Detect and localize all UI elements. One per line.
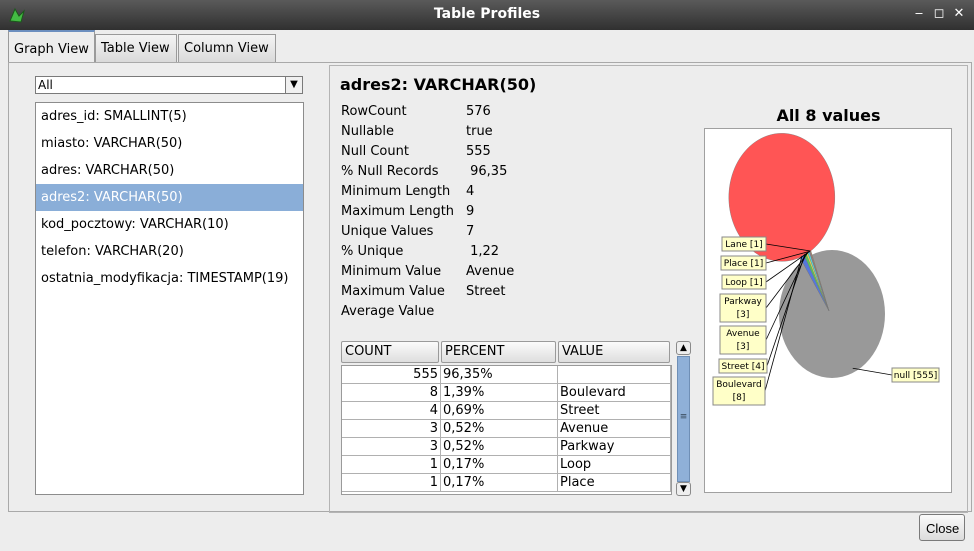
tab-label: Graph View [14, 42, 89, 57]
stat-value: 7 [466, 224, 475, 239]
pie-chart: null [555] Boulevard [8] Street [4] Avenue [3… [712, 133, 940, 406]
column-list[interactable]: adres_id: SMALLINT(5) miasto: VARCHAR(50)… [35, 102, 304, 495]
table-cell: 0,52% [441, 420, 558, 437]
stat-label: Minimum Value [341, 264, 442, 279]
pie-leader-line [852, 367, 893, 376]
column-list-item[interactable]: telefon: VARCHAR(20) [36, 238, 303, 265]
scroll-up-button[interactable]: ▲ [676, 341, 691, 355]
pie-label: null [555] [894, 371, 937, 381]
stat-label: Nullable [341, 124, 395, 139]
stat-label: Maximum Value [341, 284, 445, 299]
table-cell: 1,39% [441, 384, 558, 401]
stat-label: Maximum Length [341, 204, 455, 219]
table-cell: 0,17% [441, 474, 558, 491]
stat-value: 4 [466, 184, 475, 199]
table-row[interactable]: 3 0,52% Parkway [342, 438, 671, 456]
stat-value: 555 [466, 144, 491, 159]
column-list-item[interactable]: adres2: VARCHAR(50) [36, 184, 303, 211]
column-list-item[interactable]: ostatnia_modyfikacja: TIMESTAMP(19) [36, 265, 303, 292]
stat-label: Null Count [341, 144, 409, 159]
table-row[interactable]: 8 1,39% Boulevard [342, 384, 671, 402]
close-button[interactable]: Close [919, 514, 965, 541]
column-heading: adres2: VARCHAR(50) [340, 75, 537, 94]
filter-select[interactable]: All ▼ [35, 76, 303, 94]
stat-value: true [466, 124, 493, 139]
pie-label: Avenue [726, 329, 760, 339]
table-scrollbar[interactable]: ▲ ≡ ▼ [676, 341, 691, 496]
maximize-icon[interactable]: ◻ [932, 6, 946, 21]
table-row[interactable]: 4 0,69% Street [342, 402, 671, 420]
column-header-percent[interactable]: PERCENT [441, 341, 556, 363]
window-title: Table Profiles [433, 6, 541, 22]
table-cell: 3 [342, 420, 441, 437]
stat-value: Avenue [466, 264, 515, 279]
table-cell: 0,52% [441, 438, 558, 455]
window-titlebar[interactable]: Table Profiles ‒ ◻ ✕ [0, 0, 974, 30]
table-cell: 8 [342, 384, 441, 401]
pie-label: [3] [737, 310, 750, 320]
pie-label: Place [1] [724, 259, 764, 269]
table-cell: Street [558, 402, 671, 419]
stat-label: Minimum Length [341, 184, 451, 199]
tab-graph-view[interactable]: Graph View [8, 30, 95, 63]
table-cell: 1 [342, 474, 441, 491]
table-row[interactable]: 1 0,17% Place [342, 474, 671, 492]
table-cell: Loop [558, 456, 671, 473]
table-cell: Parkway [558, 438, 671, 455]
pie-label: Boulevard [716, 380, 762, 390]
table-cell [558, 366, 671, 383]
close-icon[interactable]: ✕ [952, 6, 966, 21]
chevron-down-icon[interactable]: ▼ [285, 77, 302, 93]
filter-select-value: All [38, 78, 53, 92]
table-cell: 3 [342, 438, 441, 455]
column-list-item[interactable]: miasto: VARCHAR(50) [36, 130, 303, 157]
table-row[interactable]: 3 0,52% Avenue [342, 420, 671, 438]
table-cell: 1 [342, 456, 441, 473]
column-list-item[interactable]: adres: VARCHAR(50) [36, 157, 303, 184]
table-cell: 0,17% [441, 456, 558, 473]
chart-area: null [555] Boulevard [8] Street [4] Avenue [3… [704, 128, 952, 493]
table-cell: 96,35% [441, 366, 558, 383]
table-cell: Place [558, 474, 671, 491]
column-header-count[interactable]: COUNT [341, 341, 439, 363]
stat-label: % Null Records [341, 164, 439, 179]
stat-value: 9 [466, 204, 475, 219]
table-cell: 555 [342, 366, 441, 383]
table-row[interactable]: 555 96,35% [342, 366, 671, 384]
pie-label: Lane [1] [725, 240, 762, 250]
column-list-item[interactable]: adres_id: SMALLINT(5) [36, 103, 303, 130]
stat-value: Street [466, 284, 506, 299]
stat-label: Unique Values [341, 224, 434, 239]
stat-value: 96,35 [466, 164, 508, 179]
pie-label: Loop [1] [725, 278, 762, 288]
scroll-thumb[interactable]: ≡ [677, 356, 690, 482]
table-cell: 4 [342, 402, 441, 419]
value-table[interactable]: 555 96,35% 8 1,39% Boulevard 4 0,69% Street 3 0,5… [341, 365, 672, 495]
tab-label: Table View [101, 41, 170, 56]
stat-label: Average Value [341, 304, 435, 319]
scroll-down-button[interactable]: ▼ [676, 482, 691, 496]
column-list-item[interactable]: kod_pocztowy: VARCHAR(10) [36, 211, 303, 238]
table-cell: Avenue [558, 420, 671, 437]
table-row[interactable]: 1 0,17% Loop [342, 456, 671, 474]
minimize-icon[interactable]: ‒ [912, 6, 926, 21]
chart-title: All 8 values [776, 106, 881, 125]
tab-table-view[interactable]: Table View [95, 34, 177, 62]
column-header-value[interactable]: VALUE [558, 341, 670, 363]
stat-label: RowCount [341, 104, 407, 119]
tab-column-view[interactable]: Column View [178, 34, 276, 62]
pie-label: Street [4] [722, 362, 765, 372]
pie-label: [3] [737, 342, 750, 352]
table-cell: 0,69% [441, 402, 558, 419]
table-cell: Boulevard [558, 384, 671, 401]
pie-label: Parkway [724, 297, 762, 307]
stat-value: 576 [466, 104, 491, 119]
stat-label: % Unique [341, 244, 404, 259]
stat-value: 1,22 [466, 244, 500, 259]
tab-label: Column View [184, 41, 269, 56]
pie-label: [8] [733, 393, 746, 403]
